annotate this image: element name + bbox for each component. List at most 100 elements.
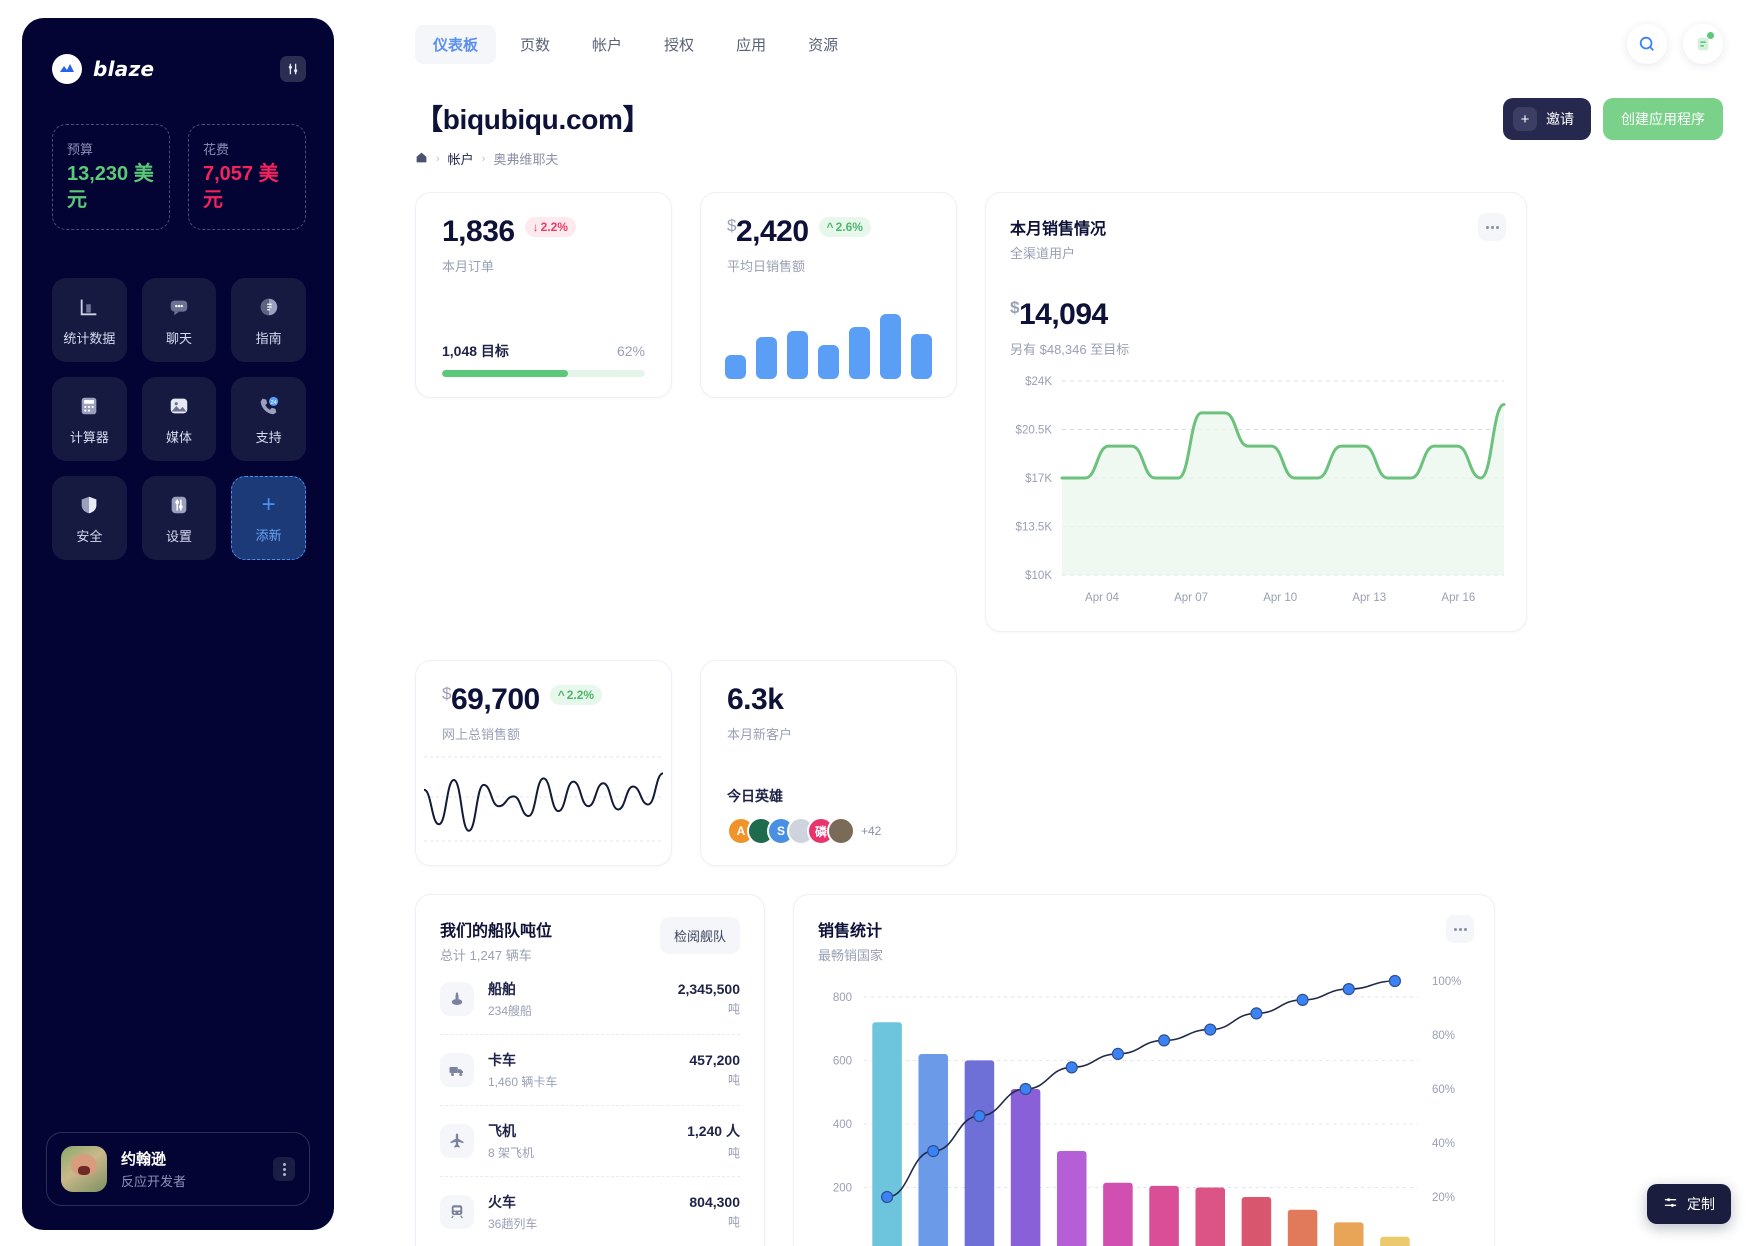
spend-box: 花费 7,057 美元 [188,124,306,230]
sidebar-item-security[interactable]: 安全 [52,476,127,560]
title-block: 【biqubiqu.com】 › 帐户 › 奥弗维耶夫 [415,98,651,168]
page-header: 【biqubiqu.com】 › 帐户 › 奥弗维耶夫 + 邀请 创建应用程序 [415,98,1723,168]
fleet-row-meta: 8 架飞机 [488,1146,535,1160]
tab-applications[interactable]: 应用 [718,25,784,64]
sidebar-item-settings[interactable]: 设置 [141,476,217,560]
search-icon [1639,36,1654,51]
fleet-row[interactable]: 卡车 1,460 辆卡车 457,200 吨 [440,1035,740,1106]
search-button[interactable] [1627,24,1667,64]
fleet-row-info: 船舶 234艘船 [488,979,532,1019]
top-cards-grid: 1,836 ↓ 2.2% 本月订单 1,048 目标 62% $2,420 ^ … [415,192,1723,866]
home-icon[interactable] [415,151,428,167]
fleet-row[interactable]: 火车 36趟列车 804,300 吨 [440,1177,740,1246]
bar [1380,1236,1410,1246]
spacer-cell [985,660,1527,866]
svg-text:800: 800 [833,992,852,1004]
sidebar-header: blaze [22,18,334,84]
orders-goal-pct: 62% [616,343,645,359]
data-point [1019,1082,1032,1096]
data-point [1157,1034,1171,1047]
create-app-button[interactable]: 创建应用程序 [1603,98,1723,140]
notes-button[interactable] [1683,24,1723,64]
sidebar-item-label: 设置 [165,528,192,544]
avg-daily-value: $2,420 [727,217,809,247]
image-media-icon [166,393,192,419]
bar [787,331,808,379]
sidebar-user-card[interactable]: 约翰逊 反应开发者 [46,1132,310,1206]
fleet-row-name: 火车 [488,1194,516,1210]
orders-progress-fill [442,370,568,377]
svg-text:400: 400 [833,1119,852,1131]
more-vertical-icon[interactable] [273,1157,295,1181]
sidebar-item-stats[interactable]: 统计数据 [52,278,127,362]
header-actions: + 邀请 创建应用程序 [1503,98,1723,140]
svg-text:Apr 10: Apr 10 [1263,592,1297,604]
tab-resources[interactable]: 资源 [790,25,856,64]
chart-bar-icon [76,294,102,320]
arrow-down-icon: ↓ [532,220,539,234]
avg-daily-sales-card: $2,420 ^ 2.6% 平均日销售额 [700,192,957,398]
brand[interactable]: blaze [52,54,154,84]
svg-text:24: 24 [270,399,276,405]
currency-symbol: $ [727,216,736,235]
fleet-row[interactable]: 飞机 8 架飞机 1,240 人吨 [440,1106,740,1177]
sidebar-item-support[interactable]: 24 支持 [231,377,306,461]
new-customers-label: 本月新客户 [727,727,793,742]
orders-goal-row: 1,048 目标 62% [442,341,645,361]
online-sales-number: 69,700 [450,683,540,716]
sidebar-item-label: 添新 [255,527,282,543]
customize-label: 定制 [1687,1196,1715,1212]
data-point [1204,1023,1217,1036]
fleet-row[interactable]: 船舶 234艘船 2,345,500 吨 [440,964,740,1035]
sidebar-item-label: 媒体 [165,429,192,445]
online-sales-label: 网上总销售额 [442,727,521,742]
svg-text:$20.5K: $20.5K [1016,425,1053,437]
calculator-icon [76,393,102,419]
page-title: 【biqubiqu.com】 [415,104,651,135]
bar [1056,1150,1087,1246]
orders-label: 本月订单 [442,259,495,274]
orders-delta: 2.2% [540,220,568,234]
sidebar-item-label: 计算器 [69,429,109,445]
budget-box: 预算 13,230 美元 [52,124,170,230]
sidebar-item-chat[interactable]: 聊天 [141,278,217,362]
hero-avatar[interactable] [827,817,855,845]
svg-text:600: 600 [833,1055,852,1067]
avatar [61,1146,107,1192]
avg-daily-head: $2,420 ^ 2.6% [727,217,930,247]
book-guide-icon [256,294,282,320]
tab-pages[interactable]: 页数 [502,25,568,64]
svg-text:Apr 13: Apr 13 [1352,592,1386,604]
sidebar-item-guide[interactable]: 指南 [231,278,306,362]
online-sales-value: $69,700 [442,685,540,715]
breadcrumb-item-accounts[interactable]: 帐户 [448,149,474,168]
invite-button[interactable]: + 邀请 [1503,98,1591,140]
data-point [1342,983,1355,996]
bar [1149,1185,1179,1246]
tab-accounts[interactable]: 帐户 [574,25,640,64]
customize-button[interactable]: 定制 [1647,1184,1731,1224]
tab-authorization[interactable]: 授权 [646,25,712,64]
sliders-icon[interactable] [280,56,306,82]
sales-stats-subtitle: 最畅销国家 [818,948,884,963]
inspect-fleet-button[interactable]: 检阅舰队 [659,917,740,954]
bar [880,314,901,379]
sidebar-item-add-new[interactable]: + 添新 [231,476,306,560]
sidebar-item-media[interactable]: 媒体 [141,377,217,461]
bar [725,354,746,379]
more-horizontal-icon[interactable] [1478,213,1506,241]
pareto-chart: 02004006008000%20%40%60%80%100%USUKChina… [812,967,1480,1246]
topbar: 仪表板 页数 帐户 授权 应用 资源 [415,16,1723,72]
fleet-row-info: 火车 36趟列车 [488,1192,537,1232]
sidebar-item-calculator[interactable]: 计算器 [52,377,127,461]
fleet-row-name: 船舶 [488,981,516,997]
bar [1333,1222,1364,1246]
breadcrumb-item-current: 奥弗维耶夫 [493,152,559,167]
plus-icon: + [1513,107,1537,131]
fleet-row-value: 2,345,500 [677,981,740,997]
sidebar: blaze 预算 13,230 美元 花费 7,057 美元 统计数据 聊天 指… [22,18,334,1230]
tab-dashboard[interactable]: 仪表板 [415,24,497,64]
more-horizontal-icon[interactable] [1446,915,1474,943]
monthly-sales-number: 14,094 [1018,298,1108,331]
